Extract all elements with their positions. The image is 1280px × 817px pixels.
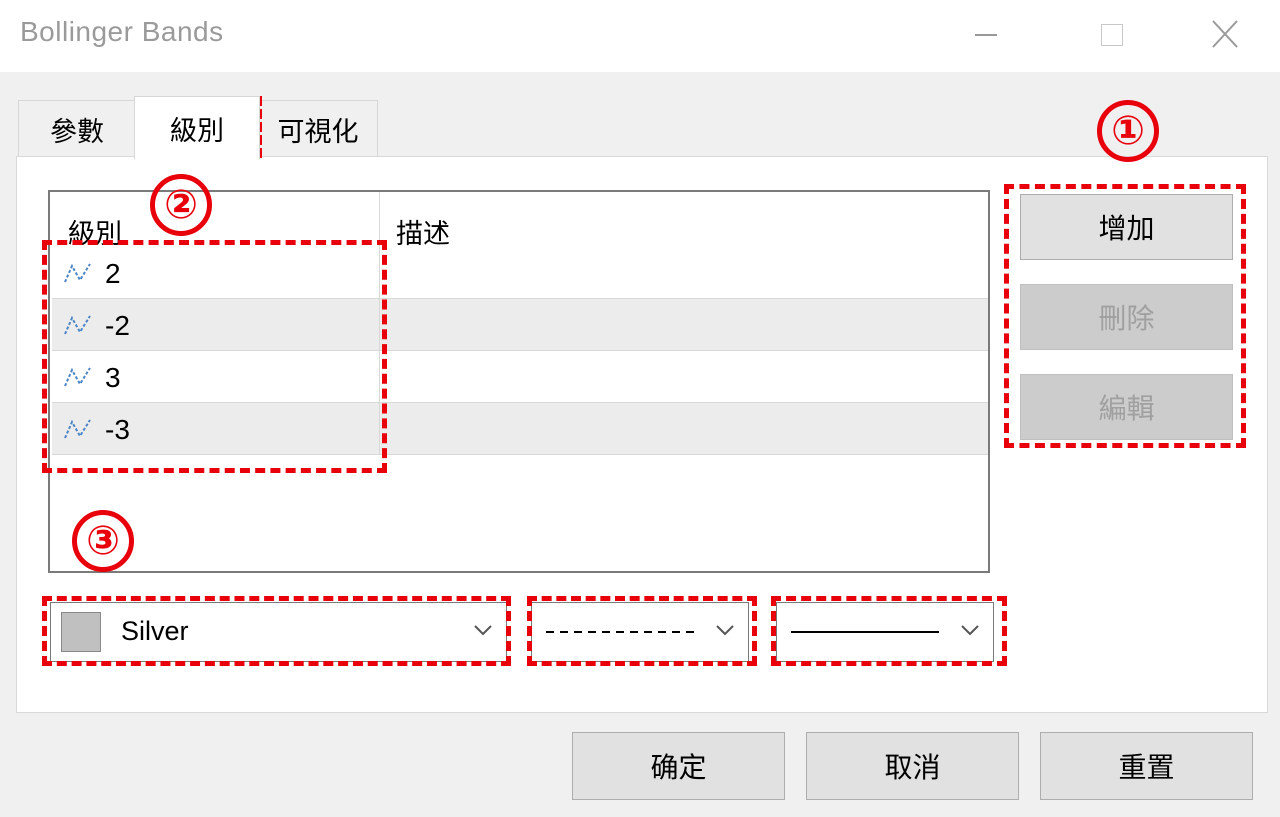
table-row[interactable]: 3: [52, 351, 988, 403]
level-line-icon: [64, 419, 91, 439]
line-width-select[interactable]: [776, 602, 994, 662]
edit-button-label: 編輯: [1098, 393, 1155, 424]
solid-line-preview: [791, 631, 939, 633]
chevron-down-icon: [961, 625, 979, 636]
cell-divider: [379, 247, 380, 298]
tab-levels[interactable]: 級別: [134, 96, 260, 159]
cancel-button[interactable]: 取消: [806, 732, 1019, 800]
column-divider[interactable]: [379, 192, 380, 252]
tab-parameters[interactable]: 參數: [18, 100, 136, 157]
level-value: 2: [105, 258, 121, 289]
delete-button-label: 刪除: [1098, 303, 1155, 334]
tab-visualization[interactable]: 可視化: [258, 100, 378, 157]
dashed-line-preview: [546, 631, 696, 633]
tab-visualization-label: 可視化: [277, 116, 359, 147]
maximize-icon[interactable]: [1092, 18, 1132, 52]
column-header-description[interactable]: 描述: [396, 212, 450, 251]
annotation-badge-3: ③: [72, 510, 134, 572]
reset-button[interactable]: 重置: [1040, 732, 1253, 800]
delete-button[interactable]: 刪除: [1020, 284, 1233, 350]
color-swatch: [61, 612, 101, 652]
level-value: 3: [105, 362, 121, 393]
cell-divider: [379, 351, 380, 402]
ok-button-label: 确定: [650, 752, 707, 783]
annotation-badge-2: ②: [150, 174, 212, 236]
edit-button[interactable]: 編輯: [1020, 374, 1233, 440]
annotation-badge-1: ①: [1097, 100, 1159, 162]
cell-divider: [379, 403, 380, 454]
window-title: Bollinger Bands: [20, 16, 224, 47]
table-row[interactable]: 2: [52, 247, 988, 299]
level-value: -3: [105, 414, 130, 445]
column-header-level[interactable]: 級別: [68, 212, 122, 251]
level-line-icon: [64, 315, 91, 335]
tab-parameters-label: 參數: [50, 116, 104, 147]
add-button[interactable]: 增加: [1020, 194, 1233, 260]
levels-list[interactable]: 級別 描述 2 -2 3 -3: [48, 190, 990, 573]
table-row[interactable]: -3: [52, 403, 988, 455]
title-bar: Bollinger Bands: [0, 0, 1280, 72]
cell-divider: [379, 299, 380, 350]
reset-button-label: 重置: [1118, 752, 1175, 783]
level-line-icon: [64, 263, 91, 283]
level-value: -2: [105, 310, 130, 341]
cancel-button-label: 取消: [884, 752, 941, 783]
ok-button[interactable]: 确定: [572, 732, 785, 800]
chevron-down-icon: [474, 625, 492, 636]
color-select[interactable]: Silver: [50, 602, 507, 662]
line-style-select[interactable]: [531, 602, 749, 662]
add-button-label: 增加: [1098, 213, 1155, 244]
chevron-down-icon: [716, 625, 734, 636]
tab-levels-label: 級別: [170, 115, 224, 146]
level-line-icon: [64, 367, 91, 387]
color-select-value: Silver: [121, 616, 189, 646]
minimize-icon[interactable]: [965, 18, 1005, 52]
table-row[interactable]: -2: [52, 299, 988, 351]
close-icon[interactable]: [1205, 18, 1245, 52]
